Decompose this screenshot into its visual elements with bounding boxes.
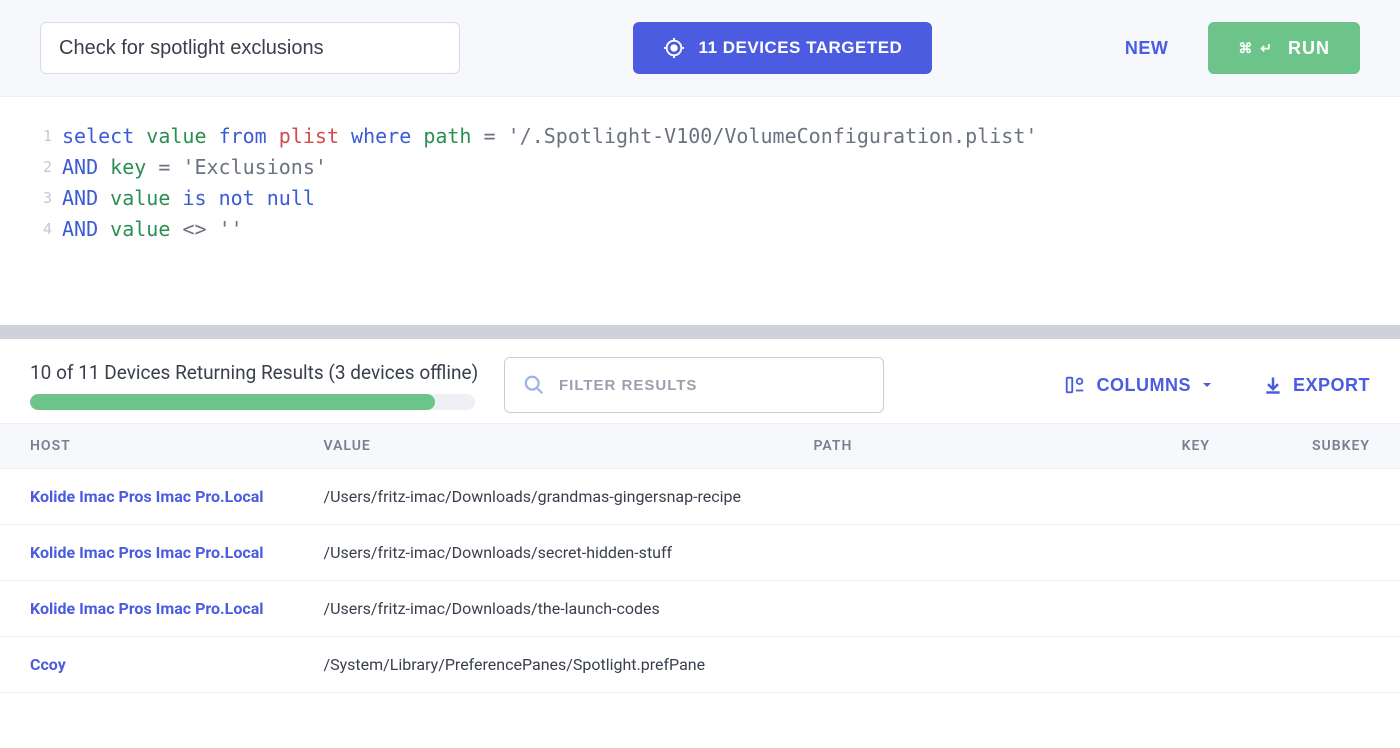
- search-icon: [523, 374, 545, 396]
- devices-targeted-label: 11 DEVICES TARGETED: [699, 38, 903, 58]
- filter-results-field[interactable]: [504, 357, 884, 413]
- sql-editor[interactable]: 1 select value from plist where path = '/…: [0, 97, 1400, 325]
- cell-key: [1090, 525, 1240, 581]
- cell-value: /Users/fritz-imac/Downloads/grandmas-gin…: [294, 469, 784, 525]
- results-table: HOST VALUE PATH KEY SUBKEY Kolide Imac P…: [0, 423, 1400, 693]
- code-line: 4 AND value <> '': [30, 214, 1370, 245]
- export-button[interactable]: EXPORT: [1263, 375, 1370, 396]
- table-row: Kolide Imac Pros Imac Pro.Local/Users/fr…: [0, 525, 1400, 581]
- code-line: 2 AND key = 'Exclusions': [30, 152, 1370, 183]
- new-button[interactable]: NEW: [1105, 38, 1189, 59]
- cell-subkey: [1240, 469, 1400, 525]
- cell-subkey: [1240, 581, 1400, 637]
- code-line: 3 AND value is not null: [30, 183, 1370, 214]
- code-line: 1 select value from plist where path = '/…: [30, 121, 1370, 152]
- col-host[interactable]: HOST: [0, 424, 294, 469]
- results-status: 10 of 11 Devices Returning Results (3 de…: [30, 361, 480, 410]
- cell-path: [784, 637, 1091, 693]
- cell-subkey: [1240, 525, 1400, 581]
- results-status-text: 10 of 11 Devices Returning Results (3 de…: [30, 361, 480, 384]
- results-divider[interactable]: [0, 325, 1400, 339]
- columns-label: COLUMNS: [1096, 375, 1191, 396]
- col-key[interactable]: KEY: [1090, 424, 1240, 469]
- results-progress-fill: [30, 394, 435, 410]
- host-link[interactable]: Kolide Imac Pros Imac Pro.Local: [30, 599, 264, 618]
- results-header-row: HOST VALUE PATH KEY SUBKEY: [0, 424, 1400, 469]
- cell-key: [1090, 469, 1240, 525]
- export-label: EXPORT: [1293, 375, 1370, 396]
- target-icon: [663, 37, 685, 59]
- line-number: 3: [30, 183, 52, 214]
- cell-path: [784, 581, 1091, 637]
- results-right-controls: COLUMNS EXPORT: [1064, 374, 1370, 396]
- col-value[interactable]: VALUE: [294, 424, 784, 469]
- table-row: Ccoy/System/Library/PreferencePanes/Spot…: [0, 637, 1400, 693]
- code-content[interactable]: AND value is not null: [62, 183, 315, 214]
- cell-value: /Users/fritz-imac/Downloads/secret-hidde…: [294, 525, 784, 581]
- code-content[interactable]: AND value <> '': [62, 214, 243, 245]
- cell-path: [784, 469, 1091, 525]
- run-button[interactable]: ⌘ ↵ RUN: [1208, 22, 1360, 74]
- cell-key: [1090, 581, 1240, 637]
- line-number: 1: [30, 121, 52, 152]
- run-shortcut-hint: ⌘ ↵: [1238, 40, 1274, 57]
- chevron-down-icon: [1201, 379, 1213, 391]
- query-header: 11 DEVICES TARGETED NEW ⌘ ↵ RUN: [0, 0, 1400, 97]
- query-name-input[interactable]: [40, 22, 460, 74]
- line-number: 4: [30, 214, 52, 245]
- table-row: Kolide Imac Pros Imac Pro.Local/Users/fr…: [0, 581, 1400, 637]
- col-path[interactable]: PATH: [784, 424, 1091, 469]
- host-link[interactable]: Kolide Imac Pros Imac Pro.Local: [30, 487, 264, 506]
- cell-subkey: [1240, 637, 1400, 693]
- col-subkey[interactable]: SUBKEY: [1240, 424, 1400, 469]
- code-content[interactable]: AND key = 'Exclusions': [62, 152, 327, 183]
- download-icon: [1263, 375, 1283, 395]
- table-row: Kolide Imac Pros Imac Pro.Local/Users/fr…: [0, 469, 1400, 525]
- devices-targeted-button[interactable]: 11 DEVICES TARGETED: [633, 22, 933, 74]
- results-progress: [30, 394, 475, 410]
- host-link[interactable]: Ccoy: [30, 655, 66, 674]
- host-link[interactable]: Kolide Imac Pros Imac Pro.Local: [30, 543, 264, 562]
- cell-value: /System/Library/PreferencePanes/Spotligh…: [294, 637, 784, 693]
- run-button-label: RUN: [1288, 38, 1330, 59]
- filter-results-input[interactable]: [559, 377, 865, 394]
- code-content[interactable]: select value from plist where path = '/.…: [62, 121, 1037, 152]
- columns-icon: [1064, 374, 1086, 396]
- cell-path: [784, 525, 1091, 581]
- cell-key: [1090, 637, 1240, 693]
- results-controls: 10 of 11 Devices Returning Results (3 de…: [0, 339, 1400, 423]
- line-number: 2: [30, 152, 52, 183]
- columns-button[interactable]: COLUMNS: [1064, 374, 1213, 396]
- cell-value: /Users/fritz-imac/Downloads/the-launch-c…: [294, 581, 784, 637]
